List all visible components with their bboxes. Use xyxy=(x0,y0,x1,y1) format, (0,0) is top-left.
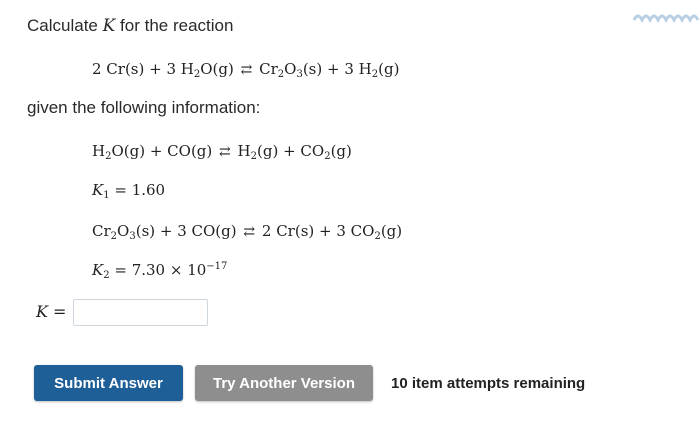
attempts-remaining-text: 10 item attempts remaining xyxy=(391,375,586,392)
k1-equals: = 1.60 xyxy=(109,181,166,199)
answer-input[interactable] xyxy=(73,299,208,326)
try-another-version-button[interactable]: Try Another Version xyxy=(195,365,373,401)
reaction-part: (g) + CO xyxy=(257,142,325,160)
reaction-part: (g) xyxy=(380,222,403,240)
decorative-wave-icon xyxy=(632,14,700,24)
main-reaction-part: 2 Cr(s) + 3 H xyxy=(92,60,194,78)
main-reaction-part: Cr xyxy=(254,60,278,78)
reaction-part: (g) xyxy=(330,142,352,160)
answer-label-var: K xyxy=(36,302,48,321)
equilibrium-arrow-icon: ⇄ xyxy=(243,224,256,240)
question-var: K xyxy=(102,16,116,36)
reaction-part: Cr xyxy=(92,222,111,240)
equilibrium-arrow-icon: ⇄ xyxy=(219,144,231,160)
reaction-part: H xyxy=(92,142,106,160)
given-info-label: given the following information: xyxy=(27,98,261,117)
reaction-part: H xyxy=(232,142,251,160)
question-suffix: for the reaction xyxy=(115,16,234,35)
submit-answer-button[interactable]: Submit Answer xyxy=(34,365,183,401)
k1-var: K xyxy=(92,181,104,199)
reaction-part: (s) + 3 CO(g) xyxy=(135,222,242,240)
equilibrium-arrow-icon: ⇄ xyxy=(240,62,253,78)
main-reaction-part: (g) xyxy=(378,60,400,78)
question-prefix: Calculate xyxy=(27,16,103,35)
k1-value: K1 = 1.60 xyxy=(92,181,166,201)
k2-var: K xyxy=(92,261,104,279)
reaction-2-equation: Cr2O3(s) + 3 CO(g) ⇄ 2 Cr(s) + 3 CO2(g) xyxy=(92,222,403,242)
question-prompt: Calculate K for the reaction xyxy=(27,16,233,36)
k2-equals: = 7.30 × 10 xyxy=(109,261,207,279)
main-reaction-part: (s) + 3 H xyxy=(302,60,372,78)
main-reaction-part: O(g) xyxy=(200,60,239,78)
reaction-part: O(g) + CO(g) xyxy=(111,142,218,160)
reaction-1-equation: H2O(g) + CO(g) ⇄ H2(g) + CO2(g) xyxy=(92,142,352,162)
k2-value: K2 = 7.30 × 10−17 xyxy=(92,261,228,281)
main-reaction-part: O xyxy=(284,60,297,78)
answer-label-eq: = xyxy=(47,302,67,321)
reaction-part: 2 Cr(s) + 3 CO xyxy=(257,222,375,240)
main-reaction-equation: 2 Cr(s) + 3 H2O(g) ⇄ Cr2O3(s) + 3 H2(g) xyxy=(92,60,400,80)
reaction-part: O xyxy=(117,222,130,240)
answer-label: K = xyxy=(36,302,66,321)
superscript: −17 xyxy=(206,261,228,272)
